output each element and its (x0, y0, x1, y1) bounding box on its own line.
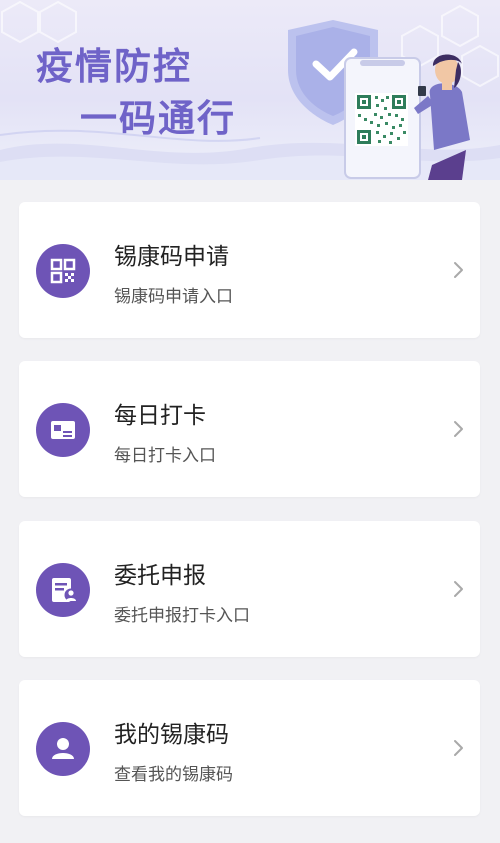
card-title: 每日打卡 (114, 403, 206, 429)
qr-code-icon (36, 244, 90, 298)
card-title: 锡康码申请 (114, 244, 229, 270)
card-subtitle: 每日打卡入口 (114, 446, 216, 466)
qr-code-illustration (355, 93, 408, 146)
card-title: 我的锡康码 (114, 722, 229, 748)
card-subtitle: 锡康码申请入口 (114, 287, 233, 307)
chevron-right-icon (454, 581, 463, 597)
card-subtitle: 查看我的锡康码 (114, 765, 233, 785)
phone-illustration (344, 57, 421, 179)
menu-card-delegate-report[interactable]: 委托申报 委托申报打卡入口 (19, 521, 480, 657)
chevron-right-icon (454, 421, 463, 437)
menu-card-daily-checkin[interactable]: 每日打卡 每日打卡入口 (19, 361, 480, 497)
menu-card-my-health-code[interactable]: 我的锡康码 查看我的锡康码 (19, 680, 480, 816)
banner-illustration (288, 20, 470, 180)
chevron-right-icon (454, 740, 463, 756)
user-icon (36, 722, 90, 776)
chevron-right-icon (454, 262, 463, 278)
card-icon (36, 403, 90, 457)
menu-card-health-code-apply[interactable]: 锡康码申请 锡康码申请入口 (19, 202, 480, 338)
report-person-icon (36, 563, 90, 617)
person-illustration (414, 54, 470, 180)
card-subtitle: 委托申报打卡入口 (114, 606, 250, 626)
header-banner: 疫情防控 一码通行 (0, 0, 500, 180)
card-title: 委托申报 (114, 563, 206, 589)
